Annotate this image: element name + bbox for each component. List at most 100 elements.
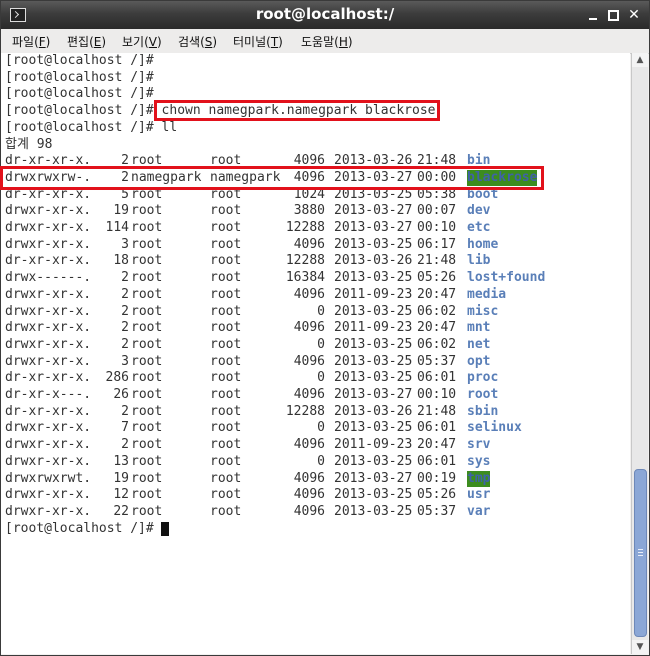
listing-row: drwxr-xr-x. 3 root root 4096 2013-03-25 05:37 o… [5, 354, 605, 370]
listing-perm: drwxr-xr-x. [5, 203, 92, 219]
listing-date: 2013-03-25 [334, 453, 413, 469]
listing-time: 21:48 [417, 253, 457, 269]
listing-date: 2013-03-26 [334, 403, 413, 419]
listing-group: root [210, 353, 242, 369]
listing-name: dev [467, 203, 491, 219]
listing-links: 3 [121, 353, 129, 369]
listing-links: 26 [113, 387, 129, 402]
listing-time: 05:37 [417, 503, 457, 519]
listing-name: lib [467, 253, 491, 269]
listing-date: 2013-03-25 [334, 303, 413, 319]
listing-owner: root [131, 370, 163, 386]
listing-name: etc [467, 220, 491, 235]
listing-size: 4096 [293, 487, 325, 503]
listing-size: 4096 [293, 503, 325, 519]
listing-links: 19 [113, 203, 129, 219]
listing-row: drwxr-xr-x. 7 root root 0 2013-03-25 06:01 seli… [5, 420, 605, 436]
listing-name: misc [467, 303, 499, 319]
listing-date: 2013-03-27 [334, 470, 413, 486]
listing-row: drwxr-xr-x. 2 root root 4096 2011-09-23 20:47 m… [5, 320, 605, 336]
listing-perm: drwxr-xr-x. [5, 286, 92, 302]
listing-links: 3 [121, 236, 129, 252]
listing-group: root [210, 370, 242, 386]
listing-links: 2 [121, 303, 129, 319]
scroll-down-icon[interactable]: ▼ [632, 640, 648, 654]
listing-links: 2 [121, 270, 129, 286]
listing-owner: root [131, 437, 163, 453]
listing-group: root [210, 503, 242, 519]
listing-links: 7 [121, 420, 129, 436]
listing-size: 4096 [293, 320, 325, 336]
listing-date: 2013-03-26 [334, 253, 413, 269]
listing-name: lost+found [467, 270, 546, 286]
listing-perm: drwxr-xr-x. [5, 437, 92, 453]
listing-date: 2013-03-27 [334, 387, 413, 402]
vertical-scrollbar[interactable]: ▲ ▼ [631, 53, 648, 654]
listing-row: drwxrwxrwt. 19 root root 4096 2013-03-27 00:19… [5, 470, 605, 487]
highlight-box-row [0, 166, 544, 190]
menu-help[interactable]: 도움말(H) [301, 33, 353, 50]
listing-owner: root [131, 203, 163, 219]
listing-time: 06:02 [417, 336, 457, 352]
listing-size: 4096 [293, 470, 325, 486]
listing-perm: dr-xr-xr-x. [5, 370, 92, 386]
listing-group: root [210, 203, 242, 219]
terminal-output[interactable]: [root@localhost /]# [root@localhost /]# … [1, 53, 630, 654]
prompt-line: [root@localhost /]# [5, 69, 154, 85]
listing-owner: root [131, 303, 163, 319]
listing-size: 0 [317, 336, 325, 352]
listing-links: 2 [121, 437, 129, 453]
listing-links: 2 [121, 403, 129, 419]
listing-perm: drwxr-xr-x. [5, 320, 92, 336]
prompt-line: [root@localhost /]# [5, 86, 154, 102]
listing-group: root [210, 420, 242, 436]
listing-time: 06:02 [417, 303, 457, 319]
maximize-icon[interactable] [608, 10, 619, 21]
listing-name: media [467, 286, 507, 302]
menu-edit[interactable]: 편집(E) [67, 33, 106, 50]
listing-name: var [467, 503, 491, 519]
close-icon[interactable]: ✕ [628, 8, 640, 22]
listing-owner: root [131, 403, 163, 419]
scroll-up-icon[interactable]: ▲ [632, 53, 648, 67]
listing-date: 2013-03-25 [334, 270, 413, 286]
prompt-line: [root@localhost /]# [5, 53, 154, 68]
listing-owner: root [131, 270, 163, 286]
listing-row: dr-xr-x---. 26 root root 4096 2013-03-27 00:10… [5, 387, 605, 403]
listing-size: 12288 [285, 253, 325, 269]
listing-date: 2013-03-25 [334, 503, 413, 519]
listing-group: root [210, 437, 242, 453]
listing-time: 21:48 [417, 403, 457, 419]
listing-size: 12288 [285, 403, 325, 419]
listing-date: 2013-03-25 [334, 420, 413, 436]
listing-group: root [210, 303, 242, 319]
prompt-text: [root@localhost /]# [5, 103, 154, 119]
listing-date: 2013-03-25 [334, 487, 413, 503]
listing-name: sys [467, 453, 491, 469]
listing-time: 00:19 [417, 470, 457, 486]
listing-date: 2011-09-23 [334, 286, 413, 302]
listing-owner: root [131, 336, 163, 352]
listing-time: 00:10 [417, 387, 457, 402]
window-title: root@localhost:/ [255, 5, 395, 23]
scrollbar-thumb[interactable] [634, 469, 647, 637]
listing-row: drwxr-xr-x. 2 root root 4096 2011-09-23 20:47 m… [5, 287, 605, 303]
menu-file[interactable]: 파일(F) [12, 33, 50, 50]
menu-terminal[interactable]: 터미널(T) [233, 33, 283, 50]
menu-search[interactable]: 검색(S) [178, 33, 217, 50]
listing-name: selinux [467, 420, 522, 436]
listing-owner: root [131, 253, 163, 269]
listing-time: 05:26 [417, 270, 457, 286]
listing-owner: root [131, 387, 163, 402]
listing-links: 286 [105, 370, 129, 386]
listing-group: root [210, 453, 242, 469]
listing-row: dr-xr-xr-x. 286 root root 0 2013-03-25 06:01 pr… [5, 370, 605, 386]
listing-time: 05:26 [417, 487, 457, 503]
minimize-icon[interactable] [587, 9, 599, 21]
listing-name: opt [467, 353, 491, 369]
listing-time: 05:37 [417, 353, 457, 369]
listing-date: 2013-03-25 [334, 353, 413, 369]
listing-row: drwxr-xr-x. 13 root root 0 2013-03-25 06:01 sys [5, 454, 605, 470]
menu-view[interactable]: 보기(V) [122, 33, 162, 50]
title-bar[interactable]: root@localhost:/ ✕ [1, 1, 649, 29]
